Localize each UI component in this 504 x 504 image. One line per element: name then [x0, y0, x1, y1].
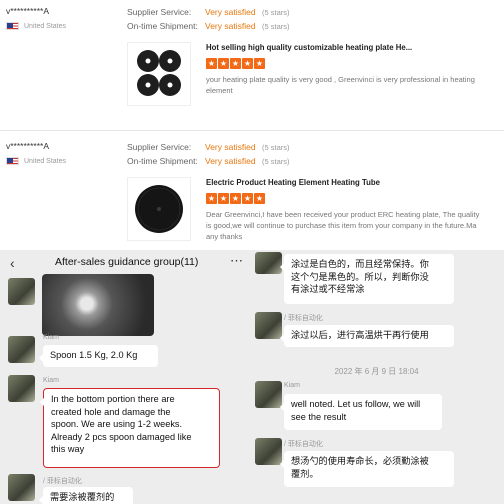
us-flag-icon — [6, 22, 19, 30]
avatar[interactable] — [255, 381, 282, 408]
star-icon: ★ — [206, 193, 217, 204]
us-flag-icon — [6, 157, 19, 165]
star-icon: ★ — [242, 193, 253, 204]
star-icon: ★ — [218, 58, 229, 69]
message-bubble[interactable]: well noted. Let us follow, we will see t… — [280, 394, 442, 430]
message-bubble[interactable]: 涂过是白色的，而且经常保持。你 这个勺是黑色的。所以，判断你没 有涂过或不经常涂 — [280, 254, 454, 304]
shipment-rating: On-time Shipment: Very satisfied (5 star… — [127, 156, 290, 166]
review-card: v**********A United States Supplier Serv… — [0, 130, 504, 250]
avatar[interactable] — [8, 278, 35, 305]
sender-name: / 菲标自动化 — [43, 478, 82, 485]
star-icon: ★ — [242, 58, 253, 69]
supplier-service-rating: Supplier Service: Very satisfied (5 star… — [127, 7, 290, 17]
more-icon[interactable]: ⋯ — [230, 253, 243, 269]
star-icon: ★ — [230, 58, 241, 69]
product-image[interactable] — [127, 42, 191, 106]
star-rating: ★ ★ ★ ★ ★ — [206, 193, 265, 204]
reviewer-name: v**********A — [6, 6, 49, 16]
chat-screenshots: ‹ After-sales guidance group(11) ⋯ Kiam … — [0, 250, 504, 504]
avatar[interactable] — [255, 312, 282, 339]
avatar[interactable] — [8, 336, 35, 363]
star-rating: ★ ★ ★ ★ ★ — [206, 58, 265, 69]
star-icon: ★ — [230, 193, 241, 204]
message-image[interactable] — [42, 274, 154, 336]
chat-panel-left: ‹ After-sales guidance group(11) ⋯ Kiam … — [0, 250, 249, 504]
reviewer-country: United States — [6, 157, 66, 165]
sender-name: Kiam — [284, 382, 300, 389]
group-title: After-sales guidance group(11) — [55, 256, 199, 268]
product-image[interactable] — [127, 177, 191, 241]
chat-header: ‹ After-sales guidance group(11) ⋯ — [0, 250, 249, 276]
message-bubble[interactable]: 需要涂被覆剂的 — [39, 487, 133, 504]
reviewer-name: v**********A — [6, 141, 49, 151]
message-bubble[interactable]: 涂过以后，进行高温烘干再行使用 — [280, 325, 454, 347]
sender-name: Kiam — [43, 377, 59, 384]
sender-name: / 菲标自动化 — [284, 441, 323, 448]
product-title[interactable]: Hot selling high quality customizable he… — [206, 43, 412, 52]
supplier-service-rating: Supplier Service: Very satisfied (5 star… — [127, 142, 290, 152]
star-icon: ★ — [206, 58, 217, 69]
reviewer-country: United States — [6, 22, 66, 30]
review-card: v**********A United States Supplier Serv… — [0, 0, 504, 130]
sender-name: / 菲标自动化 — [284, 315, 323, 322]
avatar[interactable] — [8, 375, 35, 402]
message-bubble[interactable]: Spoon 1.5 Kg, 2.0 Kg — [39, 345, 158, 367]
avatar[interactable] — [255, 438, 282, 465]
star-icon: ★ — [218, 193, 229, 204]
message-bubble[interactable]: 想汤勺的使用寿命长，必须勤涂被 覆剂。 — [280, 451, 454, 487]
shipment-rating: On-time Shipment: Very satisfied (5 star… — [127, 21, 290, 31]
star-icon: ★ — [254, 58, 265, 69]
review-text: Dear Greenvinci,I have been received you… — [206, 210, 480, 241]
avatar[interactable] — [255, 252, 282, 274]
chat-panel-right: 涂过是白色的，而且经常保持。你 这个勺是黑色的。所以，判断你没 有涂过或不经常涂… — [249, 250, 504, 504]
avatar[interactable] — [8, 474, 35, 501]
sender-name: Kiam — [43, 334, 59, 341]
star-icon: ★ — [254, 193, 265, 204]
message-bubble-highlighted[interactable]: In the bottom portion there are created … — [40, 388, 220, 468]
product-title[interactable]: Electric Product Heating Element Heating… — [206, 178, 380, 187]
review-text: your heating plate quality is very good … — [206, 75, 475, 95]
chevron-left-icon[interactable]: ‹ — [10, 255, 15, 271]
message-timestamp: 2022 年 6 月 9 日 18:04 — [334, 367, 419, 376]
